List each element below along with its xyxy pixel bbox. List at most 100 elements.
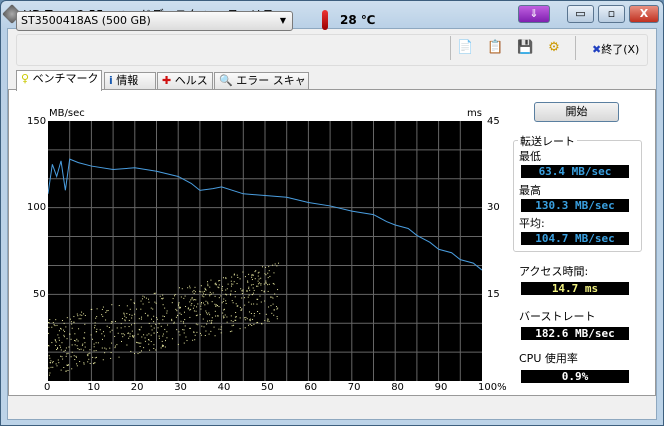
access-time-point xyxy=(160,325,162,327)
options-icon[interactable]: ⚙ xyxy=(547,40,561,56)
access-time-point xyxy=(247,296,249,298)
access-time-point xyxy=(185,336,187,338)
access-time-point xyxy=(63,322,65,324)
drive-select[interactable]: ST3500418AS (500 GB) ▼ xyxy=(16,11,293,31)
access-time-point xyxy=(60,369,62,371)
access-time-point xyxy=(124,326,126,328)
access-time-point xyxy=(131,317,133,319)
access-time-point xyxy=(272,282,274,284)
access-time-point xyxy=(187,287,189,289)
access-time-point xyxy=(140,342,142,344)
access-time-point xyxy=(65,347,67,349)
access-time-point xyxy=(210,330,212,332)
access-time-point xyxy=(103,335,105,337)
access-time-point xyxy=(259,295,261,297)
access-time-point xyxy=(276,316,278,318)
access-time-point xyxy=(96,308,98,310)
access-time-point xyxy=(154,292,156,294)
access-time-point xyxy=(76,363,78,365)
access-time-point xyxy=(218,284,220,286)
maximize-button[interactable]: ▫ xyxy=(598,5,625,23)
access-time-point xyxy=(234,319,236,321)
access-time-point xyxy=(246,289,248,291)
tab-error-scan[interactable]: 🔍 エラー スキャン xyxy=(214,72,309,103)
access-time-point xyxy=(253,315,255,317)
tab-benchmark[interactable]: ♀ ベンチマーク xyxy=(16,70,102,91)
exit-button[interactable]: ✖終了(X) xyxy=(592,41,639,57)
access-time-point xyxy=(146,334,148,336)
access-time-point xyxy=(267,319,269,321)
access-time-point xyxy=(206,323,208,325)
access-time-point xyxy=(64,331,66,333)
tab-health[interactable]: ✚ ヘルス xyxy=(157,72,213,90)
x-tick: 10 xyxy=(87,382,101,393)
start-button[interactable]: 開始 xyxy=(534,102,619,122)
access-time-point xyxy=(187,308,189,310)
access-time-point xyxy=(60,349,62,351)
access-time-point xyxy=(257,311,259,313)
access-time-point xyxy=(230,320,232,322)
tab-info[interactable]: i 情報 xyxy=(104,72,156,90)
access-time-point xyxy=(153,348,155,350)
access-time-point xyxy=(124,319,126,321)
access-time-point xyxy=(207,283,209,285)
access-time-point xyxy=(253,303,255,305)
thermometer-icon xyxy=(322,10,328,30)
access-time-point xyxy=(251,324,253,326)
access-time-point xyxy=(214,303,216,305)
benchmark-chart xyxy=(47,121,483,381)
access-time-point xyxy=(264,282,266,284)
access-time-point xyxy=(181,288,183,290)
access-time-point xyxy=(210,279,212,281)
access-time-point xyxy=(267,284,269,286)
access-time-point xyxy=(107,310,109,312)
access-time-point xyxy=(139,346,141,348)
access-time-point xyxy=(131,314,133,316)
copy-text-icon[interactable]: 📄 xyxy=(457,40,473,56)
access-time-point xyxy=(147,339,149,341)
access-time-point xyxy=(189,316,191,318)
access-time-point xyxy=(200,285,202,287)
access-time-point xyxy=(90,308,92,310)
access-time-point xyxy=(179,334,181,336)
max-value: 130.3 MB/sec xyxy=(521,199,629,212)
access-time-point xyxy=(221,286,223,288)
access-time-point xyxy=(84,342,86,344)
access-time-point xyxy=(65,355,67,357)
close-button[interactable]: X xyxy=(629,5,659,23)
access-time-point xyxy=(140,308,142,310)
access-time-point xyxy=(262,266,264,268)
access-time-point xyxy=(240,309,242,311)
access-time-point xyxy=(218,297,220,299)
access-time-point xyxy=(189,301,191,303)
access-time-point xyxy=(140,326,142,328)
access-time-point xyxy=(69,333,71,335)
access-time-point xyxy=(222,277,224,279)
access-time-point xyxy=(227,283,229,285)
access-time-point xyxy=(71,344,73,346)
access-time-point xyxy=(268,320,270,322)
access-time-point xyxy=(50,366,52,368)
minimize-button[interactable]: ▭ xyxy=(567,5,594,23)
access-time-point xyxy=(79,314,81,316)
access-time-point xyxy=(83,337,85,339)
copy-screenshot-icon[interactable]: 📋 xyxy=(487,40,503,56)
save-icon[interactable]: 💾 xyxy=(517,40,533,56)
access-time-point xyxy=(182,321,184,323)
access-time-point xyxy=(65,370,67,372)
access-time-point xyxy=(267,277,269,279)
access-time-point xyxy=(82,343,84,345)
access-time-point xyxy=(124,334,126,336)
access-time-point xyxy=(199,332,201,334)
download-button[interactable]: ⇓ xyxy=(518,5,550,23)
access-time-point xyxy=(249,319,251,321)
access-time-point xyxy=(244,317,246,319)
access-time-point xyxy=(183,329,185,331)
access-time-point xyxy=(212,292,214,294)
access-time-point xyxy=(271,312,273,314)
access-time-point xyxy=(94,322,96,324)
access-time-point xyxy=(158,337,160,339)
access-time-point xyxy=(73,316,75,318)
x-tick: 40 xyxy=(217,382,231,393)
access-time-point xyxy=(200,291,202,293)
